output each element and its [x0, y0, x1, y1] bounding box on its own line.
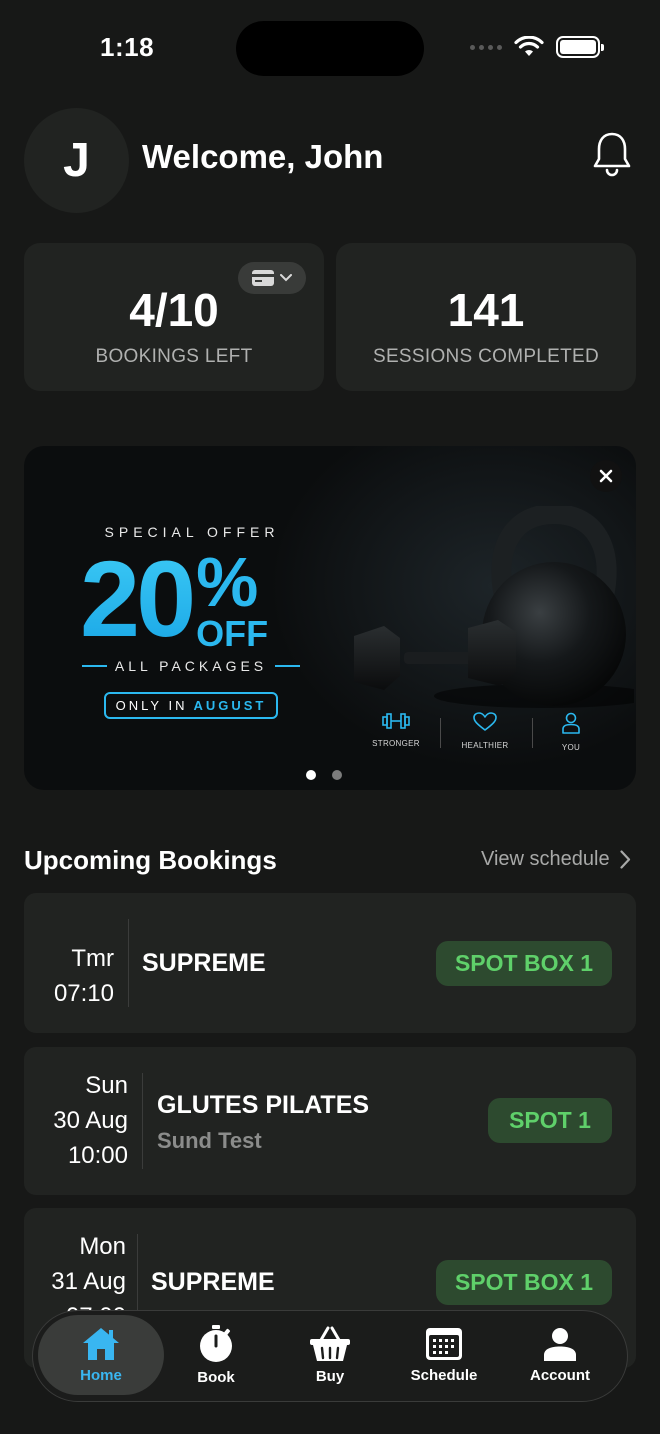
carousel-dot-1[interactable]	[306, 770, 316, 780]
bookings-left-value: 4/10	[129, 284, 219, 336]
person-icon	[544, 1327, 576, 1361]
tab-buy[interactable]: Buy	[283, 1315, 377, 1395]
booking-divider	[128, 919, 129, 1007]
battery-icon	[556, 36, 604, 58]
feature-stronger: STRONGER	[354, 712, 438, 748]
sessions-completed-card[interactable]: 141 SESSIONS COMPLETED	[336, 243, 636, 391]
offer-scope: ALL PACKAGES	[82, 658, 300, 674]
avatar-initial: J	[63, 134, 90, 187]
calendar-icon	[426, 1327, 462, 1360]
feature-stronger-label: STRONGER	[372, 739, 420, 748]
booking-time: 10:00	[67, 1142, 128, 1169]
close-banner-button[interactable]	[590, 460, 622, 492]
tab-buy-label: Buy	[315, 1367, 345, 1385]
dynamic-island	[236, 21, 424, 76]
booking-divider	[142, 1073, 143, 1169]
offer-only-in: ONLY IN	[115, 698, 188, 713]
booking-day: Mon	[79, 1233, 126, 1260]
tab-bar: Home Book Buy Schedule Account	[32, 1310, 628, 1402]
tab-book-label: Book	[197, 1368, 235, 1386]
close-icon	[599, 469, 613, 483]
bookings-left-label: BOOKINGS LEFT	[95, 346, 253, 367]
booking-spot-badge: SPOT 1	[488, 1098, 612, 1143]
home-screen: 1:18 J Welcome, John 4/10 BOOKINGS LEFT …	[0, 0, 660, 1434]
view-schedule-label: View schedule	[481, 848, 610, 870]
feature-healthier: HEALTHIER	[443, 712, 527, 750]
wifi-icon	[514, 36, 544, 56]
tab-account-label: Account	[530, 1366, 590, 1384]
booking-date: 31 Aug	[51, 1268, 126, 1295]
carousel-dot-2[interactable]	[332, 770, 342, 780]
sessions-completed-value: 141	[447, 284, 525, 336]
tab-home[interactable]: Home	[38, 1315, 164, 1395]
booking-class: SUPREME	[142, 949, 266, 977]
booking-card[interactable]: Tmr 07:10 SUPREME SPOT BOX 1	[24, 893, 636, 1033]
stopwatch-icon	[200, 1324, 232, 1362]
view-schedule-link[interactable]: View schedule	[481, 848, 631, 871]
offer-month: AUGUST	[193, 698, 267, 713]
welcome-title: Welcome, John	[142, 138, 384, 175]
bookings-left-card[interactable]: 4/10 BOOKINGS LEFT	[24, 243, 324, 391]
status-time: 1:18	[100, 32, 155, 62]
kettlebell-dumbbell-image	[354, 506, 634, 708]
offer-number: 20	[80, 538, 196, 659]
bell-icon[interactable]	[590, 130, 634, 178]
offer-percent: %	[196, 543, 259, 621]
home-icon	[83, 1327, 119, 1360]
booking-day: Tmr	[71, 945, 114, 972]
offer-scope-text: ALL PACKAGES	[114, 658, 268, 674]
booking-day: Sun	[85, 1072, 128, 1099]
booking-card[interactable]: Sun 30 Aug 10:00 GLUTES PILATES Sund Tes…	[24, 1047, 636, 1195]
booking-date: 30 Aug	[53, 1107, 128, 1134]
tab-schedule-label: Schedule	[410, 1366, 478, 1384]
sessions-completed-label: SESSIONS COMPLETED	[372, 346, 600, 367]
feature-you: YOU	[529, 712, 613, 752]
tab-book[interactable]: Book	[169, 1315, 263, 1395]
dumbbell-icon	[382, 713, 410, 729]
feature-divider	[440, 718, 441, 748]
basket-icon	[310, 1326, 350, 1361]
cellular-signal-icon	[470, 44, 502, 50]
carousel-dots[interactable]	[306, 770, 342, 780]
tab-home-label: Home	[80, 1366, 122, 1384]
booking-spot-badge: SPOT BOX 1	[436, 941, 612, 986]
upcoming-bookings-title: Upcoming Bookings	[24, 845, 277, 875]
feature-you-label: YOU	[561, 743, 581, 752]
offer-off: OFF	[196, 613, 269, 654]
avatar[interactable]: J	[24, 108, 129, 213]
offer-month-pill: ONLY IN AUGUST	[104, 692, 278, 719]
booking-class: GLUTES PILATES	[157, 1091, 370, 1119]
chevron-down-icon	[280, 274, 292, 282]
tab-account[interactable]: Account	[513, 1315, 607, 1395]
tab-schedule[interactable]: Schedule	[397, 1315, 491, 1395]
booking-class: SUPREME	[151, 1268, 275, 1296]
person-icon	[562, 712, 580, 734]
promo-banner[interactable]: SPECIAL OFFER 20 % OFF ALL PACKAGES ONLY…	[24, 446, 636, 790]
status-icons	[470, 36, 604, 58]
offer-discount: 20 % OFF	[80, 538, 269, 659]
offer-side: % OFF	[196, 543, 269, 654]
chevron-right-icon	[620, 850, 630, 869]
heart-icon	[473, 712, 497, 731]
booking-time: 07:10	[53, 980, 114, 1007]
booking-subtitle: Sund Test	[157, 1128, 262, 1153]
feature-healthier-label: HEALTHIER	[461, 741, 509, 750]
booking-spot-badge: SPOT BOX 1	[436, 1260, 612, 1305]
